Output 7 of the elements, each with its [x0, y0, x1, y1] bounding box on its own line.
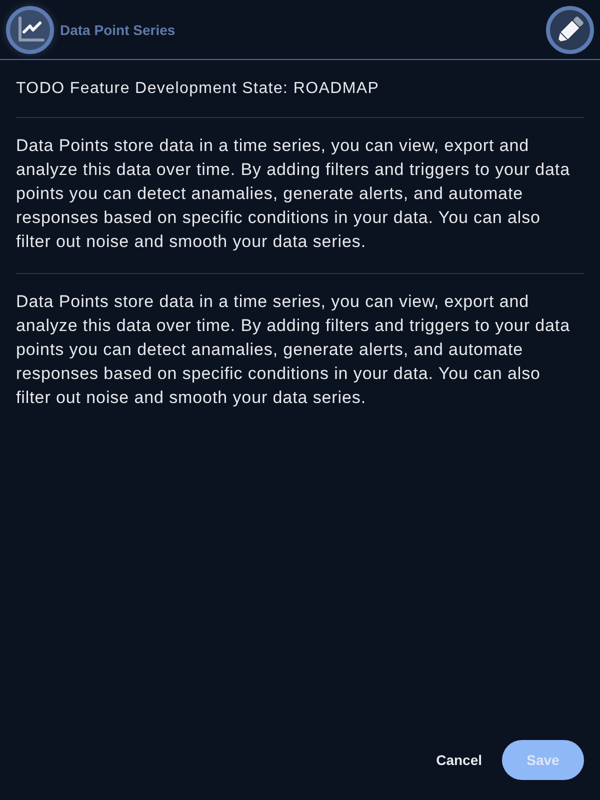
window-title: Data Point Series [60, 22, 176, 38]
description-paragraph: Data Points store data in a time series, you can view, export and analyze this data over time. By adding filters and triggers to your data points you can detect anamalies, generate alerts, and automate responses based on specific conditions in your data. You can also filter out noise and smooth your data series. [16, 291, 572, 409]
feature-state-text: TODO Feature Development State: ROADMAP [16, 80, 380, 98]
line-chart-icon [6, 6, 54, 54]
pencil-icon[interactable] [546, 6, 594, 54]
cancel-button[interactable]: Cancel [436, 744, 482, 776]
description-paragraph: Data Points store data in a time series, you can view, export and analyze this data over time. By adding filters and triggers to your data points you can detect anamalies, generate alerts, and automate responses based on specific conditions in your data. You can also filter out noise and smooth your data series. [16, 135, 572, 253]
